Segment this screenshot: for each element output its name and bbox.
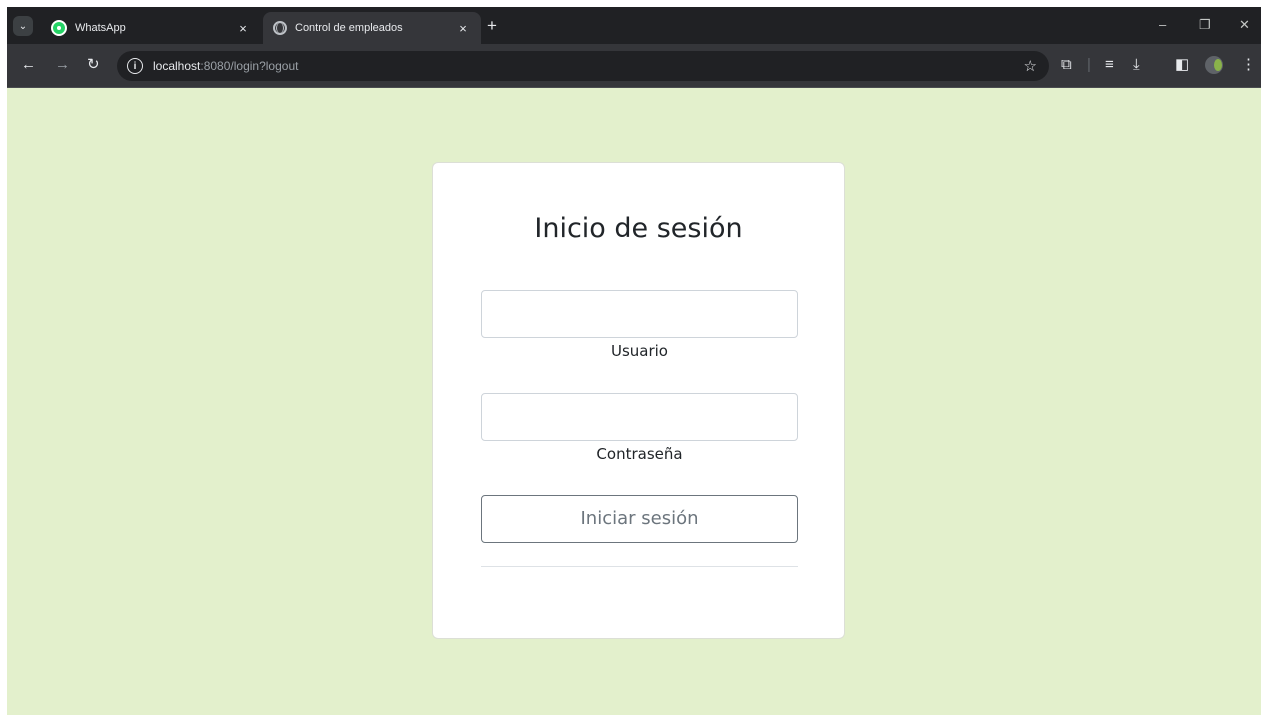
site-info-icon[interactable]: i xyxy=(127,58,143,74)
profile-avatar[interactable] xyxy=(1205,56,1223,74)
login-card: Inicio de sesión Usuario Contraseña Inic… xyxy=(432,162,845,639)
download-icon[interactable]: ⤓ xyxy=(1133,56,1140,74)
password-input[interactable] xyxy=(482,394,797,440)
url-text[interactable]: localhost:8080/login?logout xyxy=(153,59,298,73)
restore-button[interactable]: ❐ xyxy=(1199,17,1211,33)
username-field[interactable] xyxy=(481,290,798,338)
forward-arrow-icon[interactable]: → xyxy=(55,56,70,74)
username-input[interactable] xyxy=(482,291,797,337)
reload-icon[interactable]: ↻ xyxy=(87,56,100,74)
minimize-button[interactable]: – xyxy=(1159,17,1166,32)
divider xyxy=(481,566,798,567)
tab-search-button[interactable]: ⌄ xyxy=(13,16,33,36)
back-arrow-icon[interactable]: ← xyxy=(21,56,36,74)
whatsapp-icon xyxy=(51,20,67,36)
close-icon[interactable]: × xyxy=(235,21,251,36)
browser-window: ⌄ WhatsApp × Control de empleados × + – … xyxy=(7,7,1261,715)
close-icon[interactable]: × xyxy=(455,21,471,36)
tab-strip: ⌄ WhatsApp × Control de empleados × + – … xyxy=(7,7,1261,44)
tab-title: WhatsApp xyxy=(75,22,126,34)
media-control-icon[interactable]: ≡ xyxy=(1105,56,1114,74)
password-field[interactable] xyxy=(481,393,798,441)
side-panel-icon[interactable]: ◧ xyxy=(1175,56,1189,74)
new-tab-button[interactable]: + xyxy=(487,17,497,34)
tab-title: Control de empleados xyxy=(295,22,403,34)
globe-icon xyxy=(273,21,287,35)
password-label: Contraseña xyxy=(596,445,683,463)
menu-icon[interactable]: ⋮ xyxy=(1241,56,1256,74)
login-button[interactable]: Iniciar sesión xyxy=(481,495,798,543)
page-viewport: Inicio de sesión Usuario Contraseña Inic… xyxy=(7,88,1261,715)
tab-control-de-empleados[interactable]: Control de empleados × xyxy=(263,12,481,44)
address-bar[interactable]: i localhost:8080/login?logout ☆ xyxy=(117,51,1049,81)
bookmark-star-icon[interactable]: ☆ xyxy=(1024,57,1037,75)
tab-whatsapp[interactable]: WhatsApp × xyxy=(41,12,261,44)
page-title: Inicio de sesión xyxy=(534,213,743,244)
chevron-down-icon: ⌄ xyxy=(18,20,28,32)
toolbar-separator: | xyxy=(1087,56,1091,73)
username-label: Usuario xyxy=(610,342,668,360)
browser-toolbar: ← → ↻ i localhost:8080/login?logout ☆ ⧉ … xyxy=(7,44,1261,88)
extensions-icon[interactable]: ⧉ xyxy=(1061,56,1072,74)
close-window-button[interactable]: ✕ xyxy=(1239,17,1250,33)
